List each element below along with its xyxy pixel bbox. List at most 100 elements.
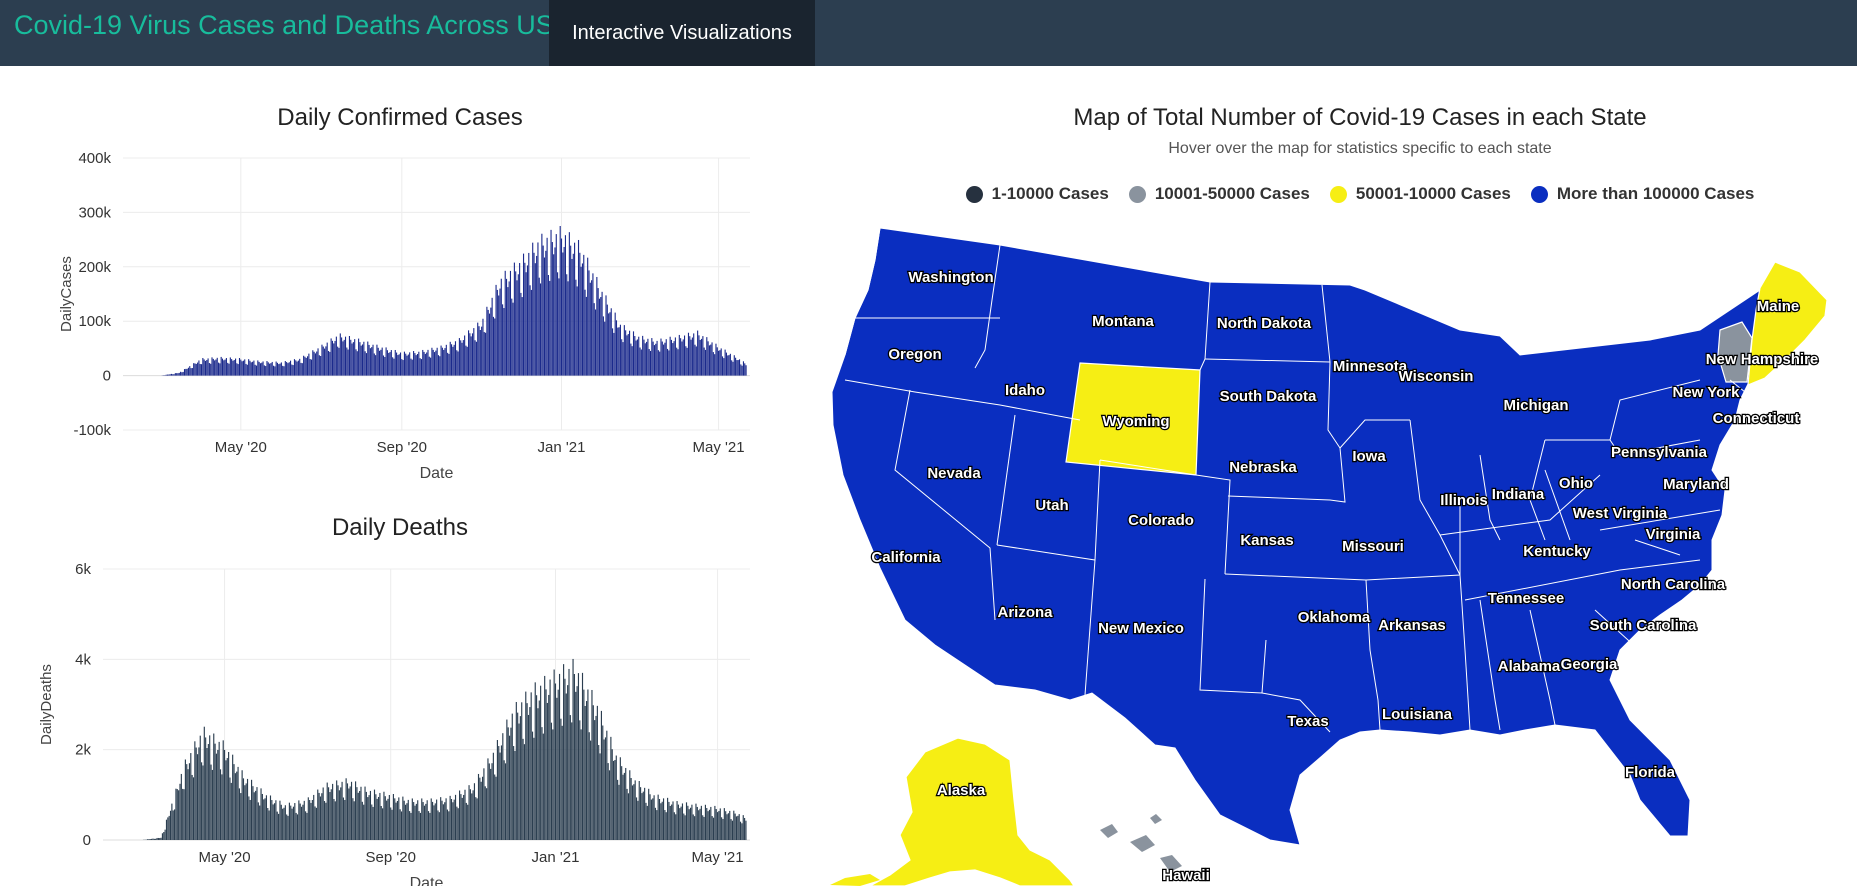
bar[interactable] bbox=[507, 727, 509, 840]
bar[interactable] bbox=[346, 347, 348, 376]
bar[interactable] bbox=[481, 776, 484, 840]
bar[interactable] bbox=[465, 345, 467, 376]
bar[interactable] bbox=[306, 812, 308, 840]
bar[interactable] bbox=[368, 795, 370, 840]
bar[interactable] bbox=[196, 754, 199, 840]
bar[interactable] bbox=[264, 798, 266, 840]
bar[interactable] bbox=[207, 358, 209, 376]
bar[interactable] bbox=[373, 353, 375, 376]
bar[interactable] bbox=[745, 820, 747, 840]
bar[interactable] bbox=[691, 804, 693, 840]
bar[interactable] bbox=[653, 345, 656, 376]
bar[interactable] bbox=[250, 362, 252, 376]
bar[interactable] bbox=[359, 790, 361, 840]
bar[interactable] bbox=[745, 365, 747, 376]
bar[interactable] bbox=[495, 284, 497, 376]
bar[interactable] bbox=[234, 773, 236, 840]
bar[interactable] bbox=[663, 344, 665, 376]
bar[interactable] bbox=[611, 749, 613, 840]
bar[interactable] bbox=[369, 790, 372, 840]
bar[interactable] bbox=[584, 705, 586, 840]
bar[interactable] bbox=[273, 803, 276, 840]
bar[interactable] bbox=[448, 353, 450, 376]
bar[interactable] bbox=[278, 364, 280, 376]
bar[interactable] bbox=[219, 363, 221, 376]
bar[interactable] bbox=[733, 810, 735, 840]
bar[interactable] bbox=[427, 349, 429, 376]
bar[interactable] bbox=[544, 675, 546, 840]
bar[interactable] bbox=[681, 803, 684, 840]
bar[interactable] bbox=[201, 762, 203, 840]
bar[interactable] bbox=[414, 805, 416, 840]
bar[interactable] bbox=[311, 799, 313, 840]
bar[interactable] bbox=[304, 356, 306, 376]
bar[interactable] bbox=[460, 340, 462, 376]
bar[interactable] bbox=[712, 352, 714, 376]
bar[interactable] bbox=[413, 351, 415, 376]
bar[interactable] bbox=[648, 788, 650, 840]
bar[interactable] bbox=[428, 356, 430, 376]
bar[interactable] bbox=[542, 245, 544, 376]
bar[interactable] bbox=[332, 783, 334, 840]
bar[interactable] bbox=[636, 339, 638, 376]
bar[interactable] bbox=[589, 282, 591, 376]
bar[interactable] bbox=[577, 239, 580, 376]
bar[interactable] bbox=[588, 270, 590, 376]
bar[interactable] bbox=[241, 770, 243, 840]
bar[interactable] bbox=[429, 812, 431, 840]
bar[interactable] bbox=[407, 354, 409, 376]
bar[interactable] bbox=[441, 347, 443, 376]
bar[interactable] bbox=[161, 833, 164, 840]
bar[interactable] bbox=[217, 362, 220, 376]
bar[interactable] bbox=[567, 281, 569, 376]
bar[interactable] bbox=[303, 800, 305, 840]
bar[interactable] bbox=[486, 788, 488, 840]
bar[interactable] bbox=[537, 242, 539, 376]
bar[interactable] bbox=[741, 823, 743, 840]
bar[interactable] bbox=[486, 306, 488, 376]
bar[interactable] bbox=[211, 357, 213, 376]
bar[interactable] bbox=[216, 357, 218, 376]
bar[interactable] bbox=[562, 252, 564, 376]
bar[interactable] bbox=[564, 678, 566, 840]
legend-item-1-10000[interactable]: 1-10000 Cases bbox=[965, 184, 1109, 204]
bar[interactable] bbox=[296, 361, 298, 376]
bar[interactable] bbox=[350, 781, 353, 840]
bar[interactable] bbox=[731, 360, 733, 376]
bar[interactable] bbox=[546, 702, 548, 840]
bar[interactable] bbox=[436, 799, 438, 840]
bar[interactable] bbox=[309, 800, 311, 840]
bar[interactable] bbox=[422, 349, 424, 376]
bar[interactable] bbox=[504, 763, 507, 840]
bar[interactable] bbox=[532, 242, 534, 376]
bar[interactable] bbox=[642, 335, 644, 376]
bar[interactable] bbox=[290, 805, 292, 840]
bar[interactable] bbox=[259, 363, 261, 376]
bar[interactable] bbox=[338, 347, 340, 376]
bar[interactable] bbox=[257, 802, 259, 840]
bar[interactable] bbox=[739, 821, 742, 840]
bar[interactable] bbox=[266, 361, 268, 376]
bar[interactable] bbox=[341, 337, 343, 376]
bar[interactable] bbox=[630, 778, 632, 840]
bar[interactable] bbox=[373, 789, 376, 840]
bar[interactable] bbox=[479, 777, 481, 840]
bar[interactable] bbox=[440, 797, 442, 840]
bar[interactable] bbox=[419, 812, 421, 840]
bar[interactable] bbox=[248, 796, 250, 840]
bar[interactable] bbox=[744, 817, 746, 840]
bar[interactable] bbox=[445, 798, 447, 840]
bar[interactable] bbox=[506, 719, 508, 840]
bar[interactable] bbox=[457, 351, 459, 376]
bar[interactable] bbox=[209, 735, 211, 840]
bar[interactable] bbox=[714, 354, 716, 376]
bar[interactable] bbox=[295, 360, 297, 376]
bar[interactable] bbox=[252, 786, 254, 840]
bar[interactable] bbox=[678, 334, 680, 376]
bar[interactable] bbox=[594, 309, 597, 376]
bar[interactable] bbox=[369, 348, 371, 376]
bar[interactable] bbox=[657, 794, 659, 840]
bar[interactable] bbox=[195, 747, 197, 840]
bar[interactable] bbox=[469, 333, 471, 376]
bar[interactable] bbox=[166, 374, 169, 376]
